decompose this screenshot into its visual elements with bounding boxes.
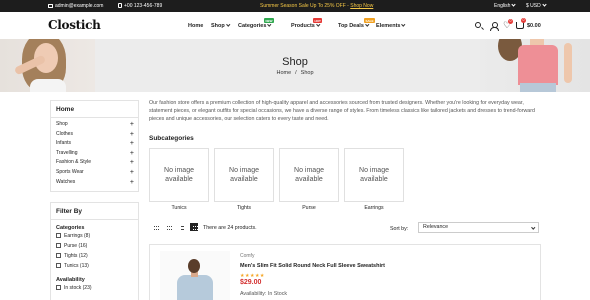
no-image-placeholder: No image available (164, 167, 194, 183)
main-header: Clostich Home Shop Categories NEW Produc… (0, 12, 590, 39)
nav-home[interactable]: Home (188, 23, 203, 29)
filter-option-in-stock[interactable]: In stock (23) (51, 283, 138, 293)
sidebar-filter-box: Filter By Categories Earrings (8) Purse … (50, 202, 139, 300)
filter-option-earrings[interactable]: Earrings (8) (51, 231, 138, 241)
user-icon[interactable] (490, 22, 499, 31)
category-description: Our fashion store offers a premium colle… (149, 100, 535, 122)
filter-option-tights[interactable]: Tights (12) (51, 251, 138, 261)
chevron-down-icon (542, 2, 547, 7)
filter-title: Filter By (51, 203, 138, 220)
cart-count: 0 (521, 18, 526, 23)
no-image-placeholder: No image available (359, 167, 389, 183)
nav-elements[interactable]: Elements (376, 22, 406, 29)
product-card[interactable]: Comfy Men's Slim Fit Solid Round Neck Fu… (149, 244, 541, 300)
cart-icon[interactable]: 0 (516, 18, 526, 29)
plus-icon[interactable]: + (130, 149, 134, 158)
product-list-toolbar: There are 24 products. Sort by: Relevanc… (149, 221, 541, 235)
breadcrumb-home[interactable]: Home (276, 70, 291, 76)
chevron-down-icon (267, 22, 272, 27)
mail-icon (48, 3, 53, 8)
sidebar-item-watches[interactable]: Watches + (51, 178, 138, 188)
checkbox[interactable] (56, 263, 61, 268)
checkbox[interactable] (56, 233, 61, 238)
plus-icon[interactable]: + (130, 158, 134, 167)
sale-badge: SALE (364, 18, 376, 23)
checkbox[interactable] (56, 285, 61, 290)
sidebar-item-travelling[interactable]: Travelling + (51, 149, 138, 159)
checkbox[interactable] (56, 253, 61, 258)
currency-selector[interactable]: $ USD (526, 2, 547, 9)
plus-icon[interactable]: + (130, 168, 134, 177)
sidebar-home-title[interactable]: Home (51, 101, 138, 118)
subcategory-card-tunics[interactable]: No image available (149, 148, 209, 202)
chevron-down-icon (226, 22, 230, 27)
plus-icon[interactable]: + (130, 130, 134, 139)
product-availability: Availability: In Stock (240, 291, 288, 297)
nav-products[interactable]: Products HOT (291, 18, 323, 29)
subcategories-title: Subcategories (149, 135, 194, 142)
sidebar-item-shop[interactable]: Shop + (51, 120, 138, 130)
nav-top-deals[interactable]: Top Deals SALE (338, 18, 376, 29)
breadcrumb-separator: / (295, 70, 297, 76)
sidebar-item-fashion-style[interactable]: Fashion & Style + (51, 158, 138, 168)
breadcrumb: Home / Shop (0, 70, 590, 76)
new-badge: NEW (264, 18, 274, 23)
promo-banner: Summer Season Sale Up To 25% OFF - Shop … (260, 3, 374, 9)
grid-view-small-icon[interactable] (177, 223, 185, 231)
shop-now-link[interactable]: Shop Now (350, 3, 373, 9)
chevron-down-icon (316, 22, 320, 27)
sidebar-item-clothes[interactable]: Clothes + (51, 130, 138, 140)
list-view-icon[interactable] (190, 223, 198, 231)
checkbox[interactable] (56, 243, 61, 248)
page-title: Shop (282, 56, 308, 68)
cart-total[interactable]: $0.00 (527, 23, 541, 29)
product-count: There are 24 products. (203, 225, 257, 231)
plus-icon[interactable]: + (130, 139, 134, 148)
grid-view-icon[interactable] (151, 223, 159, 231)
product-name[interactable]: Men's Slim Fit Solid Round Neck Full Sle… (240, 263, 385, 269)
no-image-placeholder: No image available (294, 167, 324, 183)
sidebar-item-infants[interactable]: Infants + (51, 139, 138, 149)
product-image[interactable] (160, 251, 230, 300)
sort-label: Sort by: (390, 226, 409, 232)
breadcrumb-current: Shop (300, 70, 314, 76)
language-selector[interactable]: English (494, 2, 517, 9)
subcategory-card-earrings[interactable]: No image available (344, 148, 404, 202)
product-brand[interactable]: Comfy (240, 253, 254, 259)
sidebar-categories-box: Home Shop + Clothes + Infants + Travelling +… (50, 100, 139, 192)
subcategory-name[interactable]: Purse (279, 205, 339, 211)
nav-categories[interactable]: Categories NEW (238, 18, 274, 29)
subcategory-card-tights[interactable]: No image available (214, 148, 274, 202)
filter-option-tunics[interactable]: Tunics (13) (51, 261, 138, 271)
heart-icon[interactable]: ♡ 0 (503, 19, 513, 30)
nav-shop[interactable]: Shop (211, 22, 230, 29)
site-logo[interactable]: Clostich (48, 18, 101, 32)
subcategory-card-purse[interactable]: No image available (279, 148, 339, 202)
chevron-down-icon (365, 22, 369, 27)
hot-badge: HOT (313, 18, 323, 23)
subcategory-name[interactable]: Earrings (344, 205, 404, 211)
no-image-placeholder: No image available (229, 167, 259, 183)
filter-option-purse[interactable]: Purse (16) (51, 241, 138, 251)
chevron-down-icon (511, 2, 517, 7)
grid-view-large-icon[interactable] (164, 223, 172, 231)
subcategory-name[interactable]: Tights (214, 205, 274, 211)
contact-email[interactable]: admin@example.com (48, 3, 103, 9)
product-price: $29.00 (240, 279, 262, 286)
phone-icon (118, 3, 122, 8)
subcategory-name[interactable]: Tunics (149, 205, 209, 211)
chevron-down-icon (530, 225, 535, 230)
search-icon[interactable] (475, 22, 481, 28)
chevron-down-icon (401, 22, 406, 27)
sort-select[interactable]: Relevance (418, 222, 539, 233)
plus-icon[interactable]: + (130, 120, 134, 129)
top-bar: admin@example.com +00 123-456-789 Summer… (0, 0, 590, 12)
contact-phone[interactable]: +00 123-456-789 (118, 3, 162, 9)
sidebar-item-sports-wear[interactable]: Sports Wear + (51, 168, 138, 178)
plus-icon[interactable]: + (130, 178, 134, 187)
wishlist-count: 0 (508, 19, 513, 24)
